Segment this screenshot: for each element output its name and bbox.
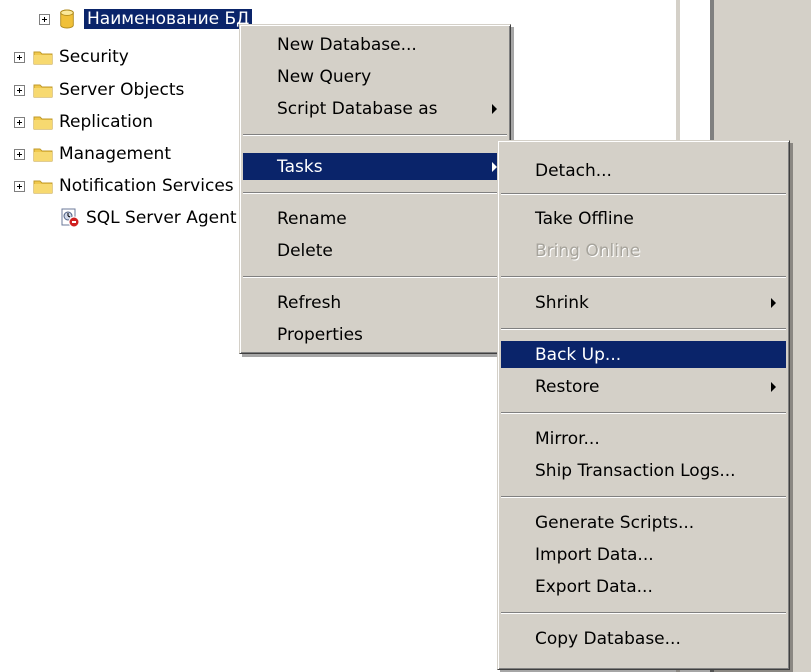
folder-icon [33,180,53,194]
menu-item-label: Export Data... [535,576,653,597]
menu-item-properties[interactable]: Properties [243,321,507,348]
expand-icon[interactable] [14,148,25,160]
tree-item-database[interactable]: Наименование БД [39,6,254,32]
menu-item-label: New Database... [277,34,417,55]
tree-item-management[interactable]: Management [14,141,171,167]
submenu-arrow-icon [771,297,776,308]
menu-item-take-offline[interactable]: Take Offline [501,205,786,232]
menu-item-label: Refresh [277,292,342,313]
submenu-arrow-icon [492,103,497,114]
menu-separator [501,496,786,498]
expand-icon[interactable] [14,51,25,63]
folder-icon [33,84,53,98]
tree-item-label: Server Objects [59,80,185,100]
menu-item-bring-online: Bring Online [501,237,786,264]
menu-item-export-data[interactable]: Export Data... [501,573,786,600]
menu-item-detach[interactable]: Detach... [501,157,786,184]
menu-item-label: Bring Online [535,240,641,261]
menu-item-label: Ship Transaction Logs... [535,460,736,481]
tree-item-label: Replication [59,112,154,132]
menu-item-script-database-as[interactable]: Script Database as [243,95,507,122]
menu-item-ship-transaction-logs[interactable]: Ship Transaction Logs... [501,457,786,484]
tree-item-security[interactable]: Security [14,44,129,70]
menu-item-new-database[interactable]: New Database... [243,31,507,58]
menu-item-label: Script Database as [277,98,438,119]
tree-item-label: Management [59,144,171,164]
expand-icon[interactable] [14,84,25,96]
expand-icon[interactable] [14,180,25,192]
menu-item-label: Copy Database... [535,628,681,649]
menu-separator [501,193,786,195]
menu-item-rename[interactable]: Rename [243,205,507,232]
menu-item-copy-database[interactable]: Copy Database... [501,625,786,652]
sql-agent-icon [61,208,80,228]
menu-item-label: Tasks [277,156,323,177]
menu-item-label: Rename [277,208,347,229]
menu-item-label: Mirror... [535,428,600,449]
menu-item-label: Back Up... [535,344,622,365]
menu-item-label: Import Data... [535,544,654,565]
menu-item-label: Shrink [535,292,589,313]
menu-item-label: Generate Scripts... [535,512,695,533]
database-cylinder-icon [60,9,74,29]
expand-icon[interactable] [39,13,50,25]
tasks-submenu: Detach... Take Offline Bring Online Shri… [497,140,790,670]
menu-separator [243,192,507,194]
menu-item-shrink[interactable]: Shrink [501,289,786,316]
menu-item-new-query[interactable]: New Query [243,63,507,90]
menu-item-import-data[interactable]: Import Data... [501,541,786,568]
submenu-arrow-icon [771,381,776,392]
menu-separator [501,276,786,278]
tree-item-replication[interactable]: Replication [14,109,153,135]
menu-item-tasks[interactable]: Tasks [243,153,507,180]
menu-separator [243,134,507,136]
folder-icon [33,148,53,162]
tree-item-label: Security [59,47,129,67]
menu-item-refresh[interactable]: Refresh [243,289,507,316]
menu-separator [243,276,507,278]
menu-separator [501,412,786,414]
folder-icon [33,51,53,65]
tree-item-sql-server-agent[interactable]: SQL Server Agent [60,205,237,231]
folder-icon [33,116,53,130]
menu-item-delete[interactable]: Delete [243,237,507,264]
menu-item-label: Detach... [535,160,612,181]
menu-item-restore[interactable]: Restore [501,373,786,400]
menu-separator [501,612,786,614]
menu-item-label: Delete [277,240,333,261]
tree-item-notification-services[interactable]: Notification Services [14,173,234,199]
menu-separator [501,328,786,330]
tree-item-server-objects[interactable]: Server Objects [14,77,184,103]
tree-item-label: SQL Server Agent [86,208,237,228]
menu-item-mirror[interactable]: Mirror... [501,425,786,452]
menu-item-back-up[interactable]: Back Up... [501,341,786,368]
menu-item-label: Properties [277,324,363,345]
menu-item-generate-scripts[interactable]: Generate Scripts... [501,509,786,536]
menu-item-label: New Query [277,66,372,87]
menu-item-label: Take Offline [535,208,634,229]
context-menu: New Database... New Query Script Databas… [239,24,511,354]
expand-icon[interactable] [14,116,25,128]
tree-item-label: Наименование БД [82,8,254,30]
tree-item-label: Notification Services [59,176,234,196]
menu-item-label: Restore [535,376,600,397]
